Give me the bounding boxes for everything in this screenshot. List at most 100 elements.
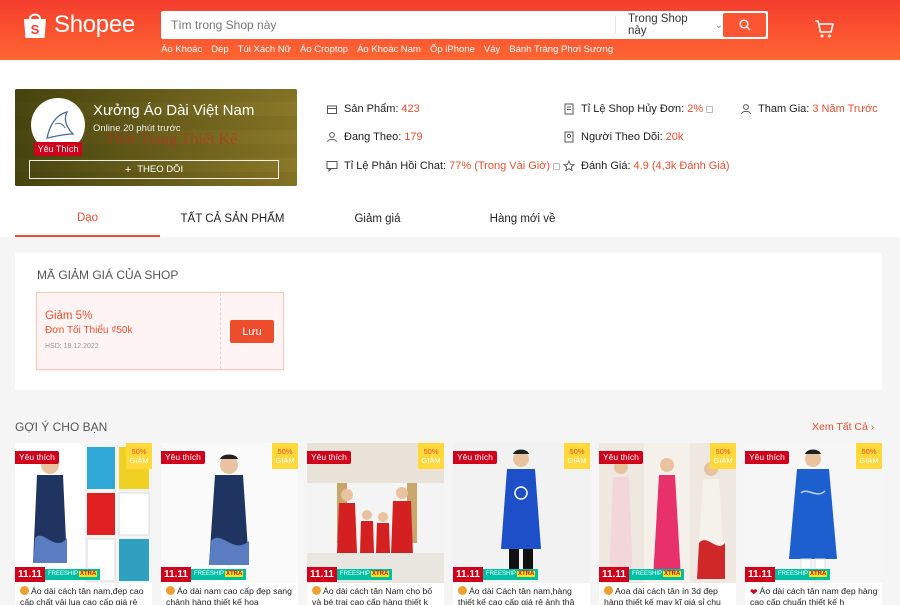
see-all-link[interactable]: Xem Tất Cả › [812,421,874,433]
suggestion-link[interactable]: Bánh Tráng Phơi Sương [509,44,613,55]
svg-text:S: S [31,22,40,37]
sale-tag: 11.11 [15,567,45,582]
shop-card: Thời Trang Thiết Kế Yêu Thích Xưởng Áo D… [15,89,297,186]
shop-online-status: Online 20 phút trước [93,123,181,134]
stat-joined-label: Tham Gia: [758,103,810,115]
product-name: Áo dài cách tân nam,đẹp cao cấp chất vải… [20,586,144,605]
freeship-tag: FREESHIP XTRA [629,569,685,580]
suggestion-link[interactable]: Áo Khoác Nam [357,44,421,55]
stat-products: Sản Phẩm: 423 [326,103,420,115]
sale-tag: 11.11 [453,567,483,582]
freeship-tag: FREESHIP XTRA [775,569,831,580]
stat-joined: Tham Gia: 3 Năm Trước [740,103,878,115]
cancel-order-icon [564,103,574,115]
user-icon [741,104,751,115]
voucher-card: Giảm 5% Đơn Tối Thiểu ₫50k HSD: 18.12.20… [36,292,284,370]
suggestion-link[interactable]: Áo Croptop [300,44,348,55]
voucher-info: Giảm 5% Đơn Tối Thiểu ₫50k HSD: 18.12.20… [37,293,221,369]
stat-followers-value: 20k [665,131,684,143]
search-input[interactable] [161,11,616,39]
voucher-expiry: HSD: 18.12.2022 [45,343,99,350]
product-card[interactable]: Yêu thích 50% GIẢM 11.11 FREESHIP XTRA Áo … [161,443,298,605]
product-name: Áo dài nam cao cấp đẹp sang chảnh hàng t… [166,586,292,605]
search-box: Trong Shop này ⌄ [161,11,768,39]
stat-products-value: 423 [401,103,420,115]
store-icon [327,105,337,114]
stat-products-label: Sản Phẩm: [344,103,399,115]
stat-rating-value: 4.9 (4,3k Đánh Giá) [633,160,730,172]
emoji-icon [312,586,321,595]
stat-following: Đang Theo: 179 [326,131,423,143]
product-card[interactable]: Yêu thích 50% GIẢM 11.11 FREESHIP XTRA ❤ Áo… [745,443,882,605]
search-suggestions: Áo Khoác Dép Túi Xách Nữ Áo Croptop Áo K… [161,44,613,55]
follow-label: THEO DÕI [137,164,184,175]
chat-icon [326,161,338,172]
search-scope-select[interactable]: Trong Shop này ⌄ [615,13,723,37]
product-card[interactable]: Yêu thích 50% GIẢM 11.11 FREESHIP XTRA Áo … [453,443,590,605]
stat-following-value: 179 [404,131,423,143]
product-card[interactable]: Yêu thích 50% GIẢM 11.11 FREESHIP XTRA Áo … [15,443,152,605]
info-icon[interactable] [706,105,714,113]
discount-badge: 50% GIẢM [418,443,444,469]
product-card[interactable]: Yêu thích 50% GIẢM 11.11 FREESHIP XTRA Áo … [307,443,444,605]
favorite-badge: Yêu thích [307,451,351,464]
search-icon [739,19,750,31]
sale-tag: 11.11 [599,567,629,582]
sale-tag: 11.11 [307,567,337,582]
suggestion-link[interactable]: Dép [211,44,228,55]
chevron-down-icon: ⌄ [714,19,723,31]
suggestion-link[interactable]: Áo Khoác [161,44,202,55]
logo-text: Shopee [54,11,135,38]
product-name: Aoa dài cách tân in 3d đẹp hàng thiết kế… [604,586,721,605]
stat-rating: Đánh Giá: 4.9 (4,3k Đánh Giá) [563,160,730,172]
product-name: Áo dài cách tân Nam cho bố và bé trai ca… [312,586,433,605]
save-voucher-button[interactable]: Lưu [230,320,274,343]
sale-tag: 11.11 [745,567,775,582]
favorite-badge: Yêu thích [599,451,643,464]
emoji-icon [604,586,613,595]
favorite-badge: Yêu thích [15,451,59,464]
discount-badge: 50% GIẢM [272,443,298,469]
stat-joined-value: 3 Năm Trước [812,103,878,115]
tab-explore[interactable]: Dạo [15,201,160,237]
info-icon[interactable] [553,162,561,170]
see-all-label: Xem Tất Cả [812,421,868,433]
shop-name: Xưởng Áo Dài Việt Nam [93,102,255,119]
heart-icon: ❤ [750,587,758,597]
favorite-badge: Yêu thích [453,451,497,464]
suggestion-link[interactable]: Túi Xách Nữ [238,44,291,55]
search-button[interactable] [723,13,766,37]
discount-badge: 50% GIẢM [564,443,590,469]
stat-followers-label: Người Theo Dõi: [581,131,663,143]
stat-cancel-rate: Tỉ Lệ Shop Hủy Đơn: 2% [563,103,714,115]
voucher-section-title: MÃ GIẢM GIÁ CỦA SHOP [37,268,179,282]
chevron-right-icon: › [870,421,875,433]
suggestion-link[interactable]: Váy [484,44,500,55]
voucher-min-order: Đơn Tối Thiểu ₫50k [45,325,133,336]
follow-button[interactable]: + THEO DÕI [29,160,279,179]
freeship-tag: FREESHIP XTRA [191,569,247,580]
freeship-tag: FREESHIP XTRA [45,569,101,580]
cart-icon[interactable] [813,18,835,40]
star-icon [563,160,575,172]
stat-following-label: Đang Theo: [344,131,402,143]
shopee-logo[interactable]: S Shopee [22,10,135,40]
stat-chat-value: 77% (Trong Vài Giờ) [449,160,551,172]
product-name: Áo dài Cách tân nam,hàng thiết kế cao cấ… [458,586,575,605]
stat-followers: Người Theo Dõi: 20k [563,131,683,143]
shopping-bag-icon: S [24,13,46,38]
stat-cancel-value: 2% [687,103,704,115]
discount-badge: 50% GIẢM [126,443,152,469]
suggestion-link[interactable]: Ốp iPhone [430,44,475,55]
product-card[interactable]: Yêu thích 50% GIẢM 11.11 FREESHIP XTRA Aoa… [599,443,736,605]
tab-new-arrivals[interactable]: Hàng mới về [450,201,595,237]
sale-tag: 11.11 [161,567,191,582]
stat-rating-label: Đánh Giá: [581,160,631,172]
discount-badge: 50% GIẢM [856,443,882,469]
tab-discounts[interactable]: Giảm giá [305,201,450,237]
emoji-icon [458,586,467,595]
freeship-tag: FREESHIP XTRA [483,569,539,580]
discount-badge: 50% GIẢM [710,443,736,469]
voucher-title: Giảm 5% [45,310,93,322]
tab-all-products[interactable]: TẤT CẢ SẢN PHẨM [160,201,305,237]
